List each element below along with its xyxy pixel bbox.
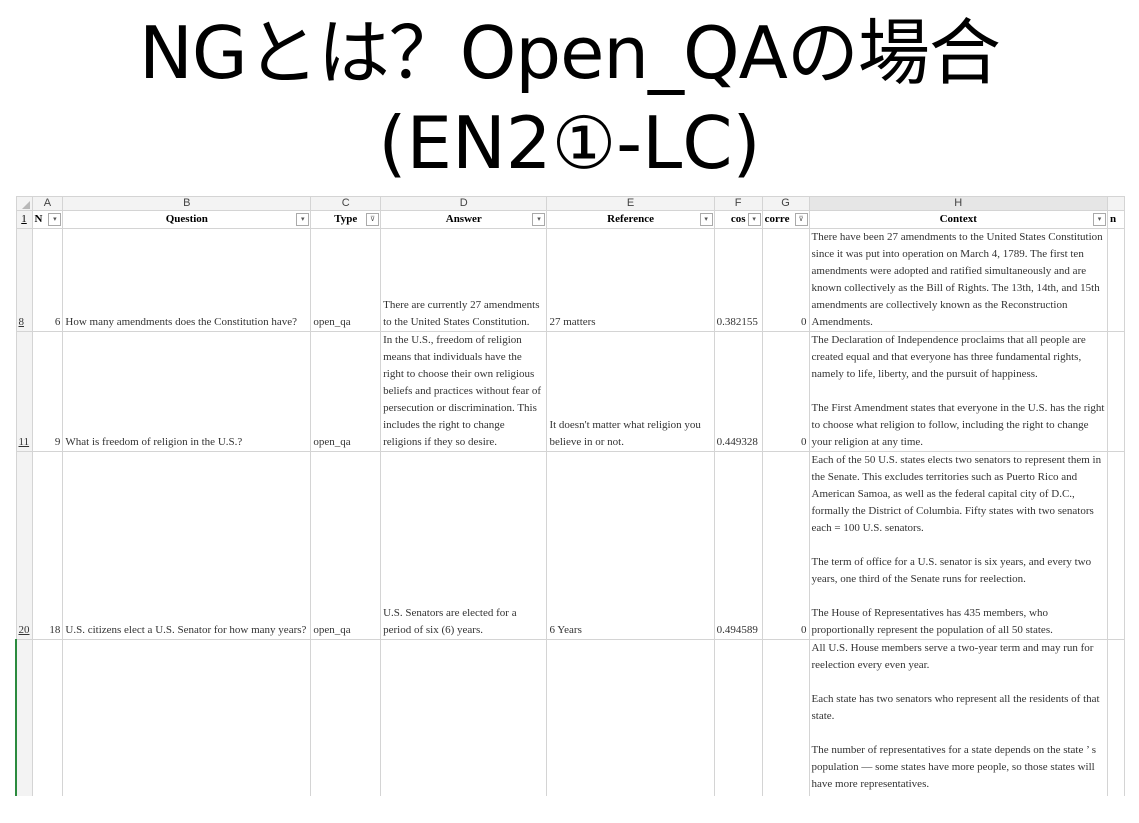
filter-dropdown-icon[interactable]: ▾: [699, 213, 713, 226]
cell-reference[interactable]: 27 matters: [546, 228, 715, 332]
cell-answer[interactable]: There are currently 27 amendments to the…: [380, 228, 548, 332]
header-question-label: Question: [165, 213, 208, 225]
cell-context[interactable]: There have been 27 amendments to the Uni…: [808, 228, 1108, 332]
column-header-d[interactable]: D: [380, 196, 548, 211]
cell-overflow[interactable]: [1106, 228, 1125, 332]
filter-dropdown-icon[interactable]: ▾: [48, 213, 62, 226]
cell-context[interactable]: The Declaration of Independence proclaim…: [808, 331, 1108, 452]
column-header-h[interactable]: H: [808, 196, 1108, 211]
cell-context[interactable]: All U.S. House members serve a two-year …: [808, 639, 1108, 796]
cell-answer[interactable]: [380, 639, 548, 796]
cell-correct[interactable]: 0: [761, 228, 810, 332]
context-paragraph: The Declaration of Independence proclaim…: [811, 334, 1086, 380]
slide-title-line1: NGとは？Open_QAの場合: [139, 11, 1001, 95]
context-paragraph: All U.S. House members serve a two-year …: [811, 642, 1094, 671]
context-paragraph: The First Amendment states that everyone…: [811, 402, 1105, 448]
context-paragraph: The House of Representatives has 435 mem…: [811, 607, 1053, 636]
column-header-e[interactable]: E: [546, 196, 715, 211]
context-paragraph: The term of office for a U.S. senator is…: [811, 556, 1092, 585]
header-answer: Answer ▾: [380, 210, 548, 229]
header-n: N ▾: [31, 210, 64, 229]
cell-overflow[interactable]: [1106, 639, 1125, 796]
cell-question[interactable]: [62, 639, 312, 796]
slide-title-line2: (EN2①-LC): [378, 101, 761, 185]
context-paragraph: The number of representatives for a stat…: [811, 744, 1096, 790]
spreadsheet: A B C D E F G H 1 N ▾ Question ▾ Type ⊽ Ans…: [15, 196, 1125, 796]
header-type-label: Type: [334, 213, 358, 225]
context-paragraph: Each of the 50 U.S. states elects two se…: [811, 454, 1102, 534]
cell-reference[interactable]: [546, 639, 715, 796]
row-number[interactable]: 8: [15, 228, 33, 332]
cell-correct[interactable]: [761, 639, 810, 796]
cell-question[interactable]: What is freedom of religion in the U.S.?: [62, 331, 312, 452]
select-all-corner[interactable]: [15, 196, 33, 211]
cell-cos[interactable]: 0.382155: [713, 228, 763, 332]
header-question: Question ▾: [62, 210, 312, 229]
cell-overflow[interactable]: [1106, 331, 1125, 452]
header-cos-label: cos: [730, 213, 746, 225]
header-reference-label: Reference: [607, 213, 654, 225]
cell-answer[interactable]: U.S. Senators are elected for a period o…: [380, 451, 548, 640]
cell-id[interactable]: 18: [31, 451, 64, 640]
column-header-i[interactable]: [1106, 196, 1125, 211]
header-type: Type ⊽: [310, 210, 382, 229]
cell-correct[interactable]: 0: [761, 331, 810, 452]
column-letters-row: A B C D E F G H: [15, 196, 1125, 211]
header-overflow: n: [1106, 210, 1125, 229]
column-header-f[interactable]: F: [713, 196, 763, 211]
table-row: 11 9 What is freedom of religion in the …: [15, 331, 1125, 452]
table-row: 8 6 How many amendments does the Constit…: [15, 228, 1125, 332]
cell-id[interactable]: 9: [31, 331, 64, 452]
filter-active-icon[interactable]: ⊽: [366, 213, 380, 226]
header-answer-label: Answer: [445, 213, 482, 225]
row-number[interactable]: 11: [15, 331, 33, 452]
header-correct-label: corre: [764, 213, 790, 225]
context-paragraph: Each state has two senators who represen…: [811, 693, 1100, 722]
cell-cos[interactable]: 0.449328: [713, 331, 763, 452]
cell-correct[interactable]: 0: [761, 451, 810, 640]
cell-overflow[interactable]: [1106, 451, 1125, 640]
cell-cos[interactable]: 0.494589: [713, 451, 763, 640]
header-reference: Reference ▾: [546, 210, 715, 229]
column-header-a[interactable]: A: [31, 196, 64, 211]
column-header-c[interactable]: C: [310, 196, 382, 211]
header-correct: corre ⊽: [761, 210, 810, 229]
cell-id[interactable]: 6: [31, 228, 64, 332]
cell-type[interactable]: open_qa: [310, 451, 382, 640]
cell-question[interactable]: U.S. citizens elect a U.S. Senator for h…: [62, 451, 312, 640]
column-header-b[interactable]: B: [62, 196, 312, 211]
cell-type[interactable]: open_qa: [310, 331, 382, 452]
table-row: 20 18 U.S. citizens elect a U.S. Senator…: [15, 451, 1125, 640]
filter-dropdown-icon[interactable]: ▾: [1092, 213, 1106, 226]
filter-dropdown-icon[interactable]: ▾: [747, 213, 761, 226]
row-number[interactable]: 20: [15, 451, 33, 640]
table-row: All U.S. House members serve a two-year …: [15, 639, 1125, 796]
row-number-1[interactable]: 1: [15, 210, 33, 229]
filter-active-icon[interactable]: ⊽: [794, 213, 808, 226]
cell-answer[interactable]: In the U.S., freedom of religion means t…: [380, 331, 548, 452]
cell-reference[interactable]: It doesn't matter what religion you beli…: [546, 331, 715, 452]
header-row: 1 N ▾ Question ▾ Type ⊽ Answer ▾ Reference ▾ …: [15, 210, 1125, 229]
cell-cos[interactable]: [713, 639, 763, 796]
filter-dropdown-icon[interactable]: ▾: [532, 213, 546, 226]
filter-dropdown-icon[interactable]: ▾: [296, 213, 310, 226]
header-cos: cos ▾: [713, 210, 763, 229]
column-header-g[interactable]: G: [761, 196, 810, 211]
cell-type[interactable]: open_qa: [310, 228, 382, 332]
cell-type[interactable]: [310, 639, 382, 796]
header-context-label: Context: [939, 213, 977, 225]
cell-question[interactable]: How many amendments does the Constitutio…: [62, 228, 312, 332]
row-number[interactable]: [15, 639, 33, 796]
cell-reference[interactable]: 6 Years: [546, 451, 715, 640]
header-context: Context ▾: [808, 210, 1108, 229]
cell-id[interactable]: [31, 639, 64, 796]
cell-context[interactable]: Each of the 50 U.S. states elects two se…: [808, 451, 1108, 640]
header-n-label: N: [34, 213, 43, 225]
